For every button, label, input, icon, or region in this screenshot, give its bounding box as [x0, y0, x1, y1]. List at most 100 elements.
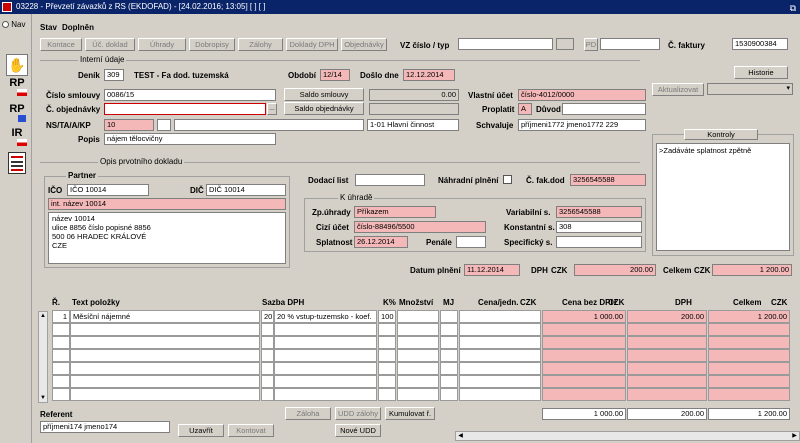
- objednavka-input[interactable]: [104, 103, 266, 115]
- saldo-objednavky-button[interactable]: Saldo objednávky: [284, 102, 364, 115]
- empty-cell[interactable]: [440, 388, 458, 401]
- ir-flag-tile[interactable]: IR: [6, 126, 28, 148]
- empty-cell[interactable]: [52, 375, 70, 388]
- tab-objednavky[interactable]: Objednávky: [341, 38, 387, 51]
- table-row[interactable]: 1 Měsíční nájemné 20 20 % vstup-tuzemsko…: [48, 310, 800, 323]
- zp-uhrady-input[interactable]: Příkazem: [354, 206, 436, 218]
- empty-cell[interactable]: [542, 349, 626, 362]
- empty-cell[interactable]: [70, 323, 260, 336]
- empty-cell[interactable]: [459, 336, 541, 349]
- pd-input[interactable]: [600, 38, 660, 50]
- empty-cell[interactable]: [52, 362, 70, 375]
- empty-cell[interactable]: [261, 349, 274, 362]
- tab-uhrady[interactable]: Úhrady: [138, 38, 186, 51]
- empty-cell[interactable]: [70, 349, 260, 362]
- nav-toggle[interactable]: Nav: [2, 20, 25, 29]
- empty-cell[interactable]: [459, 349, 541, 362]
- obdobi-input[interactable]: 12/14: [320, 69, 350, 81]
- cell-mj[interactable]: [440, 310, 458, 323]
- rp-flag-tile-2[interactable]: RP: [6, 102, 28, 124]
- empty-cell[interactable]: [261, 388, 274, 401]
- pd-button[interactable]: PD: [584, 38, 598, 51]
- tab-zalohy[interactable]: Zálohy: [238, 38, 283, 51]
- cell-sazba-code[interactable]: 20: [261, 310, 274, 323]
- empty-cell[interactable]: [627, 388, 707, 401]
- empty-cell[interactable]: [378, 323, 396, 336]
- splatnost-input[interactable]: 26.12.2014: [354, 236, 408, 248]
- tab-kontace[interactable]: Kontace: [40, 38, 82, 51]
- proplatit-input[interactable]: A: [518, 103, 532, 115]
- kumulovat-button[interactable]: Kumulovat ř.: [385, 407, 435, 420]
- empty-cell[interactable]: [397, 336, 439, 349]
- aktualizovat-button[interactable]: Aktualizovat: [652, 83, 704, 96]
- duvod-input[interactable]: [562, 103, 646, 115]
- tab-uc-doklad[interactable]: Úč. doklad: [85, 38, 135, 51]
- table-row-empty[interactable]: [48, 336, 800, 349]
- empty-cell[interactable]: [274, 336, 377, 349]
- table-row-empty[interactable]: [48, 388, 800, 401]
- empty-cell[interactable]: [459, 323, 541, 336]
- tab-dobropisy[interactable]: Dobropisy: [189, 38, 235, 51]
- empty-cell[interactable]: [542, 375, 626, 388]
- empty-cell[interactable]: [708, 336, 790, 349]
- empty-cell[interactable]: [440, 349, 458, 362]
- nove-udd-button[interactable]: Nové UDD: [335, 424, 381, 437]
- empty-cell[interactable]: [708, 349, 790, 362]
- empty-cell[interactable]: [542, 336, 626, 349]
- rp-flag-tile-1[interactable]: RP: [6, 76, 28, 98]
- handshake-icon[interactable]: ✋: [6, 54, 28, 76]
- cizi-ucet-input[interactable]: číslo-88496/5500: [354, 221, 486, 233]
- empty-cell[interactable]: [440, 375, 458, 388]
- popis-input[interactable]: nájem tělocvičny: [104, 133, 276, 145]
- empty-cell[interactable]: [627, 375, 707, 388]
- empty-cell[interactable]: [52, 323, 70, 336]
- objednavka-lookup-button[interactable]: …: [267, 103, 277, 115]
- a-input[interactable]: [174, 119, 364, 131]
- empty-cell[interactable]: [459, 375, 541, 388]
- konstantni-input[interactable]: 308: [556, 221, 642, 233]
- dodaci-input[interactable]: [355, 174, 425, 186]
- empty-cell[interactable]: [378, 375, 396, 388]
- historie-button[interactable]: Historie: [734, 66, 788, 79]
- zaloha-button[interactable]: Záloha: [285, 407, 331, 420]
- empty-cell[interactable]: [627, 336, 707, 349]
- horizontal-scrollbar[interactable]: ◀ ▶: [455, 431, 800, 441]
- scroll-up-icon[interactable]: ▲: [39, 312, 47, 320]
- scroll-right-icon[interactable]: ▶: [790, 432, 799, 440]
- penale-input[interactable]: [456, 236, 486, 248]
- dic-input[interactable]: DIČ 10014: [206, 184, 286, 196]
- fak-dod-input[interactable]: 3256545588: [570, 174, 646, 186]
- variabilni-input[interactable]: 3256545588: [556, 206, 642, 218]
- smlouva-input[interactable]: 0086/15: [104, 89, 276, 101]
- empty-cell[interactable]: [708, 375, 790, 388]
- empty-cell[interactable]: [440, 323, 458, 336]
- tab-doklady-dph[interactable]: Doklady DPH: [286, 38, 338, 51]
- cell-celkem[interactable]: 1 200.00: [708, 310, 790, 323]
- empty-cell[interactable]: [70, 388, 260, 401]
- nahradni-checkbox[interactable]: [503, 175, 512, 184]
- empty-cell[interactable]: [274, 388, 377, 401]
- empty-cell[interactable]: [440, 362, 458, 375]
- empty-cell[interactable]: [459, 362, 541, 375]
- datum-plneni-input[interactable]: 11.12.2014: [464, 264, 520, 276]
- empty-cell[interactable]: [52, 349, 70, 362]
- kp-input[interactable]: 1-01 Hlavní činnost: [367, 119, 459, 131]
- empty-cell[interactable]: [378, 336, 396, 349]
- empty-cell[interactable]: [397, 375, 439, 388]
- schvaluje-input[interactable]: příjmeni1772 jmeno1772 229: [518, 119, 646, 131]
- empty-cell[interactable]: [397, 323, 439, 336]
- table-row-empty[interactable]: [48, 362, 800, 375]
- cell-dph[interactable]: 200.00: [627, 310, 707, 323]
- empty-cell[interactable]: [274, 362, 377, 375]
- empty-cell[interactable]: [70, 362, 260, 375]
- vz-cislo-input[interactable]: [458, 38, 553, 50]
- uzavrit-button[interactable]: Uzavřít: [178, 424, 224, 437]
- kontroly-button[interactable]: Kontroly: [684, 129, 758, 140]
- ta-input[interactable]: [157, 119, 171, 131]
- empty-cell[interactable]: [378, 388, 396, 401]
- empty-cell[interactable]: [627, 323, 707, 336]
- grid-row-scrollbar[interactable]: ▲ ▼: [38, 311, 48, 403]
- document-list-icon[interactable]: [8, 152, 26, 174]
- scroll-down-icon[interactable]: ▼: [39, 394, 47, 402]
- int-nazev-input[interactable]: int. název 10014: [48, 198, 286, 210]
